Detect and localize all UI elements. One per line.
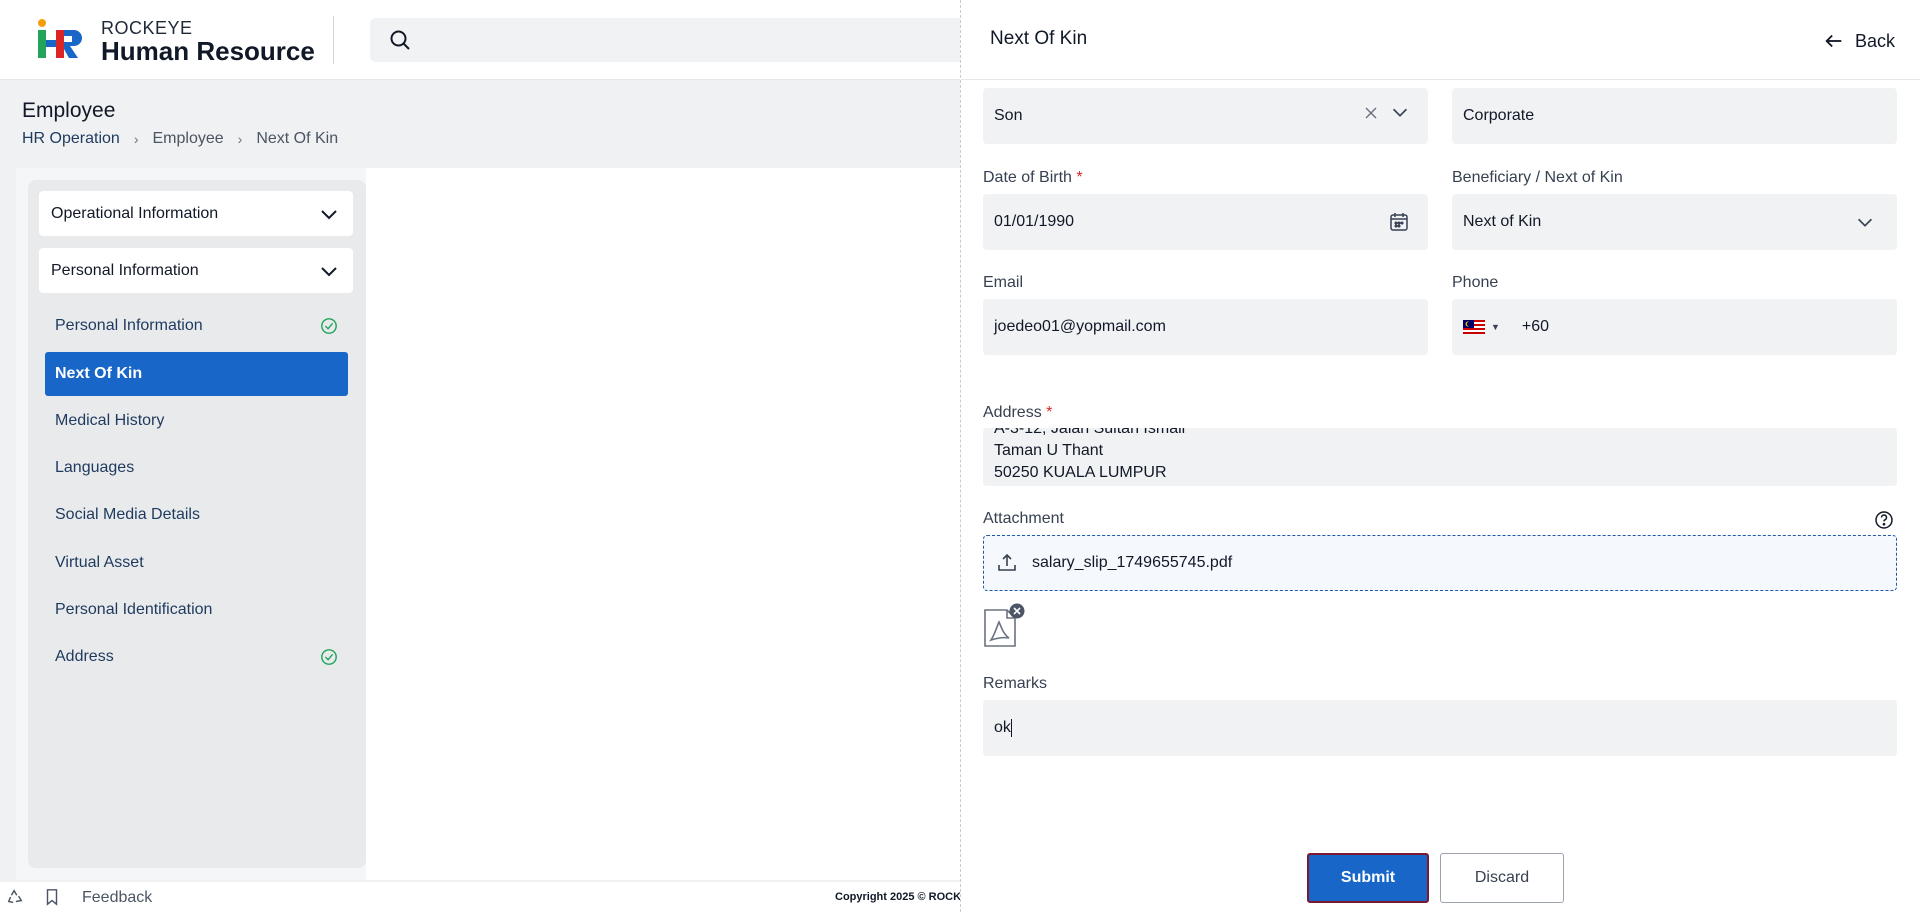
arrow-left-icon [1825,34,1842,48]
section-personal-information[interactable]: Personal Information [39,248,353,293]
hr-logo-icon [38,19,82,58]
breadcrumb-next-of-kin: Next Of Kin [256,130,339,147]
remarks-label: Remarks [983,675,1048,692]
phone-label: Phone [1452,274,1499,291]
address-label: Address * [983,404,1053,421]
drawer-title: Next Of Kin [990,28,1088,49]
chevron-right-icon: › [237,131,243,147]
search-icon [390,30,410,50]
upload-icon [998,553,1016,571]
sidebar-item-personal-identification[interactable]: Personal Identification [45,588,348,632]
discard-button[interactable]: Discard [1440,853,1564,903]
sidebar-item-social-media-details[interactable]: Social Media Details [45,493,348,537]
dob-input[interactable]: 01/01/1990 [983,194,1428,250]
chevron-right-icon: › [133,131,139,147]
category-field[interactable]: Corporate [1452,88,1897,144]
back-button[interactable]: Back [1823,30,1895,52]
address-line: Taman U Thant [994,442,1104,459]
caret-down-icon[interactable]: ▼ [1491,322,1500,332]
remarks-value: ok [994,719,1011,736]
section-label: Personal Information [51,261,199,279]
dob-value: 01/01/1990 [994,213,1075,230]
address-textarea[interactable]: A-3-12, Jalan Sultan Ismail Taman U Than… [983,428,1897,486]
chevron-down-icon [1857,218,1873,227]
help-icon[interactable] [1874,510,1894,530]
sidebar-item-label: Social Media Details [55,506,200,523]
check-circle-icon [321,318,337,334]
breadcrumb: HR Operation › Employee › Next Of Kin [22,130,338,148]
copyright-text: Copyright 2025 © ROCKE [835,891,969,903]
drawer-header: Next Of Kin Back [961,0,1920,80]
chevron-down-icon [321,266,337,276]
beneficiary-select[interactable]: Next of Kin [1452,194,1897,250]
sidebar-item-medical-history[interactable]: Medical History [45,399,348,443]
chevron-down-icon [321,209,337,219]
header-divider [333,16,334,64]
address-line: 50250 KUALA LUMPUR [994,464,1167,481]
sidebar-item-label: Virtual Asset [55,554,144,571]
submit-button[interactable]: Submit [1307,853,1429,903]
sidebar-item-label: Personal Information [55,317,203,334]
main-content [366,168,960,880]
sidebar-item-label: Languages [55,459,135,476]
sidebar-item-virtual-asset[interactable]: Virtual Asset [45,541,348,585]
clear-icon[interactable] [1363,105,1379,121]
back-label: Back [1854,30,1895,51]
check-circle-icon [321,649,337,665]
attachment-dropzone[interactable]: salary_slip_1749655745.pdf [983,535,1897,591]
section-operational-information[interactable]: Operational Information [39,191,353,236]
email-label: Email [983,274,1024,291]
section-label: Operational Information [51,204,219,222]
email-value: joedeo01@yopmail.com [994,318,1166,335]
attachment-filename: salary_slip_1749655745.pdf [1032,554,1233,571]
beneficiary-value: Next of Kin [1463,213,1542,230]
breadcrumb-employee[interactable]: Employee [153,130,224,148]
phone-value: +60 [1521,318,1550,335]
beneficiary-label: Beneficiary / Next of Kin [1452,169,1623,186]
recycle-icon[interactable] [6,888,24,906]
sidebar-item-label: Personal Identification [55,601,213,618]
dob-label: Date of Birth * [983,169,1083,186]
sidebar-item-label: Medical History [55,412,165,429]
remove-file-icon[interactable] [1009,603,1025,619]
sidebar-item-next-of-kin[interactable]: Next Of Kin [45,352,348,396]
category-value: Corporate [1463,107,1535,124]
relationship-select[interactable]: Son [983,88,1428,144]
feedback-link[interactable]: Feedback [82,889,152,907]
attachment-label: Attachment [983,510,1064,527]
phone-field[interactable]: ▼ +60 [1452,299,1897,355]
sidebar-item-label: Next Of Kin [55,365,143,382]
bookmark-icon[interactable] [43,888,61,906]
chevron-down-icon[interactable] [1389,101,1411,123]
sidebar-item-address[interactable]: Address [45,635,348,679]
malaysia-flag-icon[interactable] [1463,320,1485,334]
relationship-value: Son [994,107,1023,124]
sidebar-item-label: Address [55,648,114,665]
email-field[interactable]: joedeo01@yopmail.com [983,299,1428,355]
sidebar-item-personal-information[interactable]: Personal Information [45,304,348,348]
breadcrumb-hr-operation[interactable]: HR Operation [22,130,120,148]
page-title: Employee [22,99,116,122]
calendar-icon[interactable] [1388,211,1410,233]
remarks-field[interactable]: ok [983,700,1897,756]
text-cursor [1010,719,1012,737]
sidebar-item-languages[interactable]: Languages [45,446,348,490]
address-line: A-3-12, Jalan Sultan Ismail [994,428,1186,437]
search-input[interactable] [370,18,1010,62]
brand-name: Human Resource [101,36,315,66]
